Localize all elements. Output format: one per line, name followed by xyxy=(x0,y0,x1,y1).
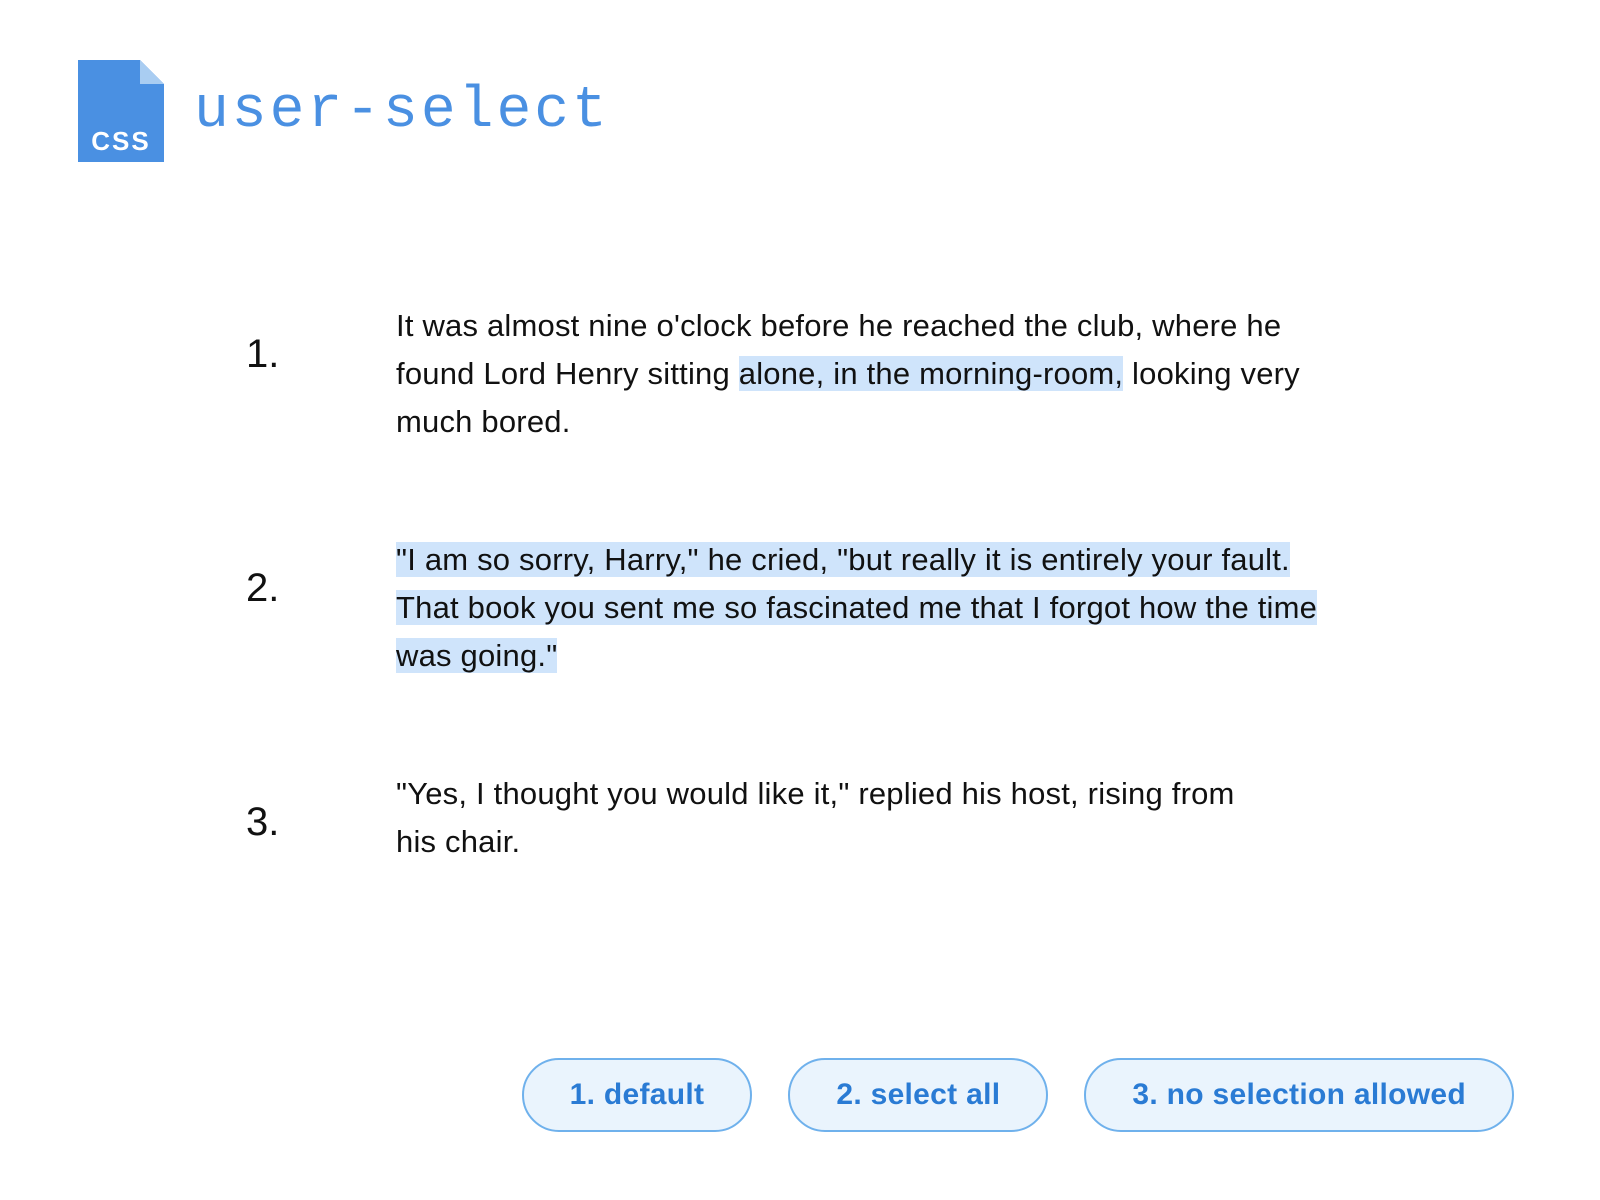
css-file-icon: CSS xyxy=(78,60,164,162)
example-text-default[interactable]: It was almost nine o'clock before he rea… xyxy=(396,302,1326,446)
highlighted-text: alone, in the morning-room, xyxy=(739,356,1123,391)
example-number: 3. xyxy=(246,770,396,846)
no-selection-button[interactable]: 3. no selection allowed xyxy=(1084,1058,1514,1132)
header: CSS user-select xyxy=(0,0,1600,162)
button-row: 1. default 2. select all 3. no selection… xyxy=(522,1058,1514,1132)
css-icon-label: CSS xyxy=(91,126,150,156)
example-number: 1. xyxy=(246,302,396,378)
highlighted-text: "I am so sorry, Harry," he cried, "but r… xyxy=(396,542,1317,673)
example-text-none[interactable]: "Yes, I thought you would like it," repl… xyxy=(396,770,1296,866)
example-row: 1. It was almost nine o'clock before he … xyxy=(246,302,1326,446)
example-row: 2. "I am so sorry, Harry," he cried, "bu… xyxy=(246,536,1326,680)
page-title: user-select xyxy=(194,79,610,144)
example-row: 3. "Yes, I thought you would like it," r… xyxy=(246,770,1326,866)
select-all-button[interactable]: 2. select all xyxy=(788,1058,1048,1132)
default-button[interactable]: 1. default xyxy=(522,1058,753,1132)
example-number: 2. xyxy=(246,536,396,612)
example-text-select-all[interactable]: "I am so sorry, Harry," he cried, "but r… xyxy=(396,536,1326,680)
examples-list: 1. It was almost nine o'clock before he … xyxy=(246,302,1326,866)
